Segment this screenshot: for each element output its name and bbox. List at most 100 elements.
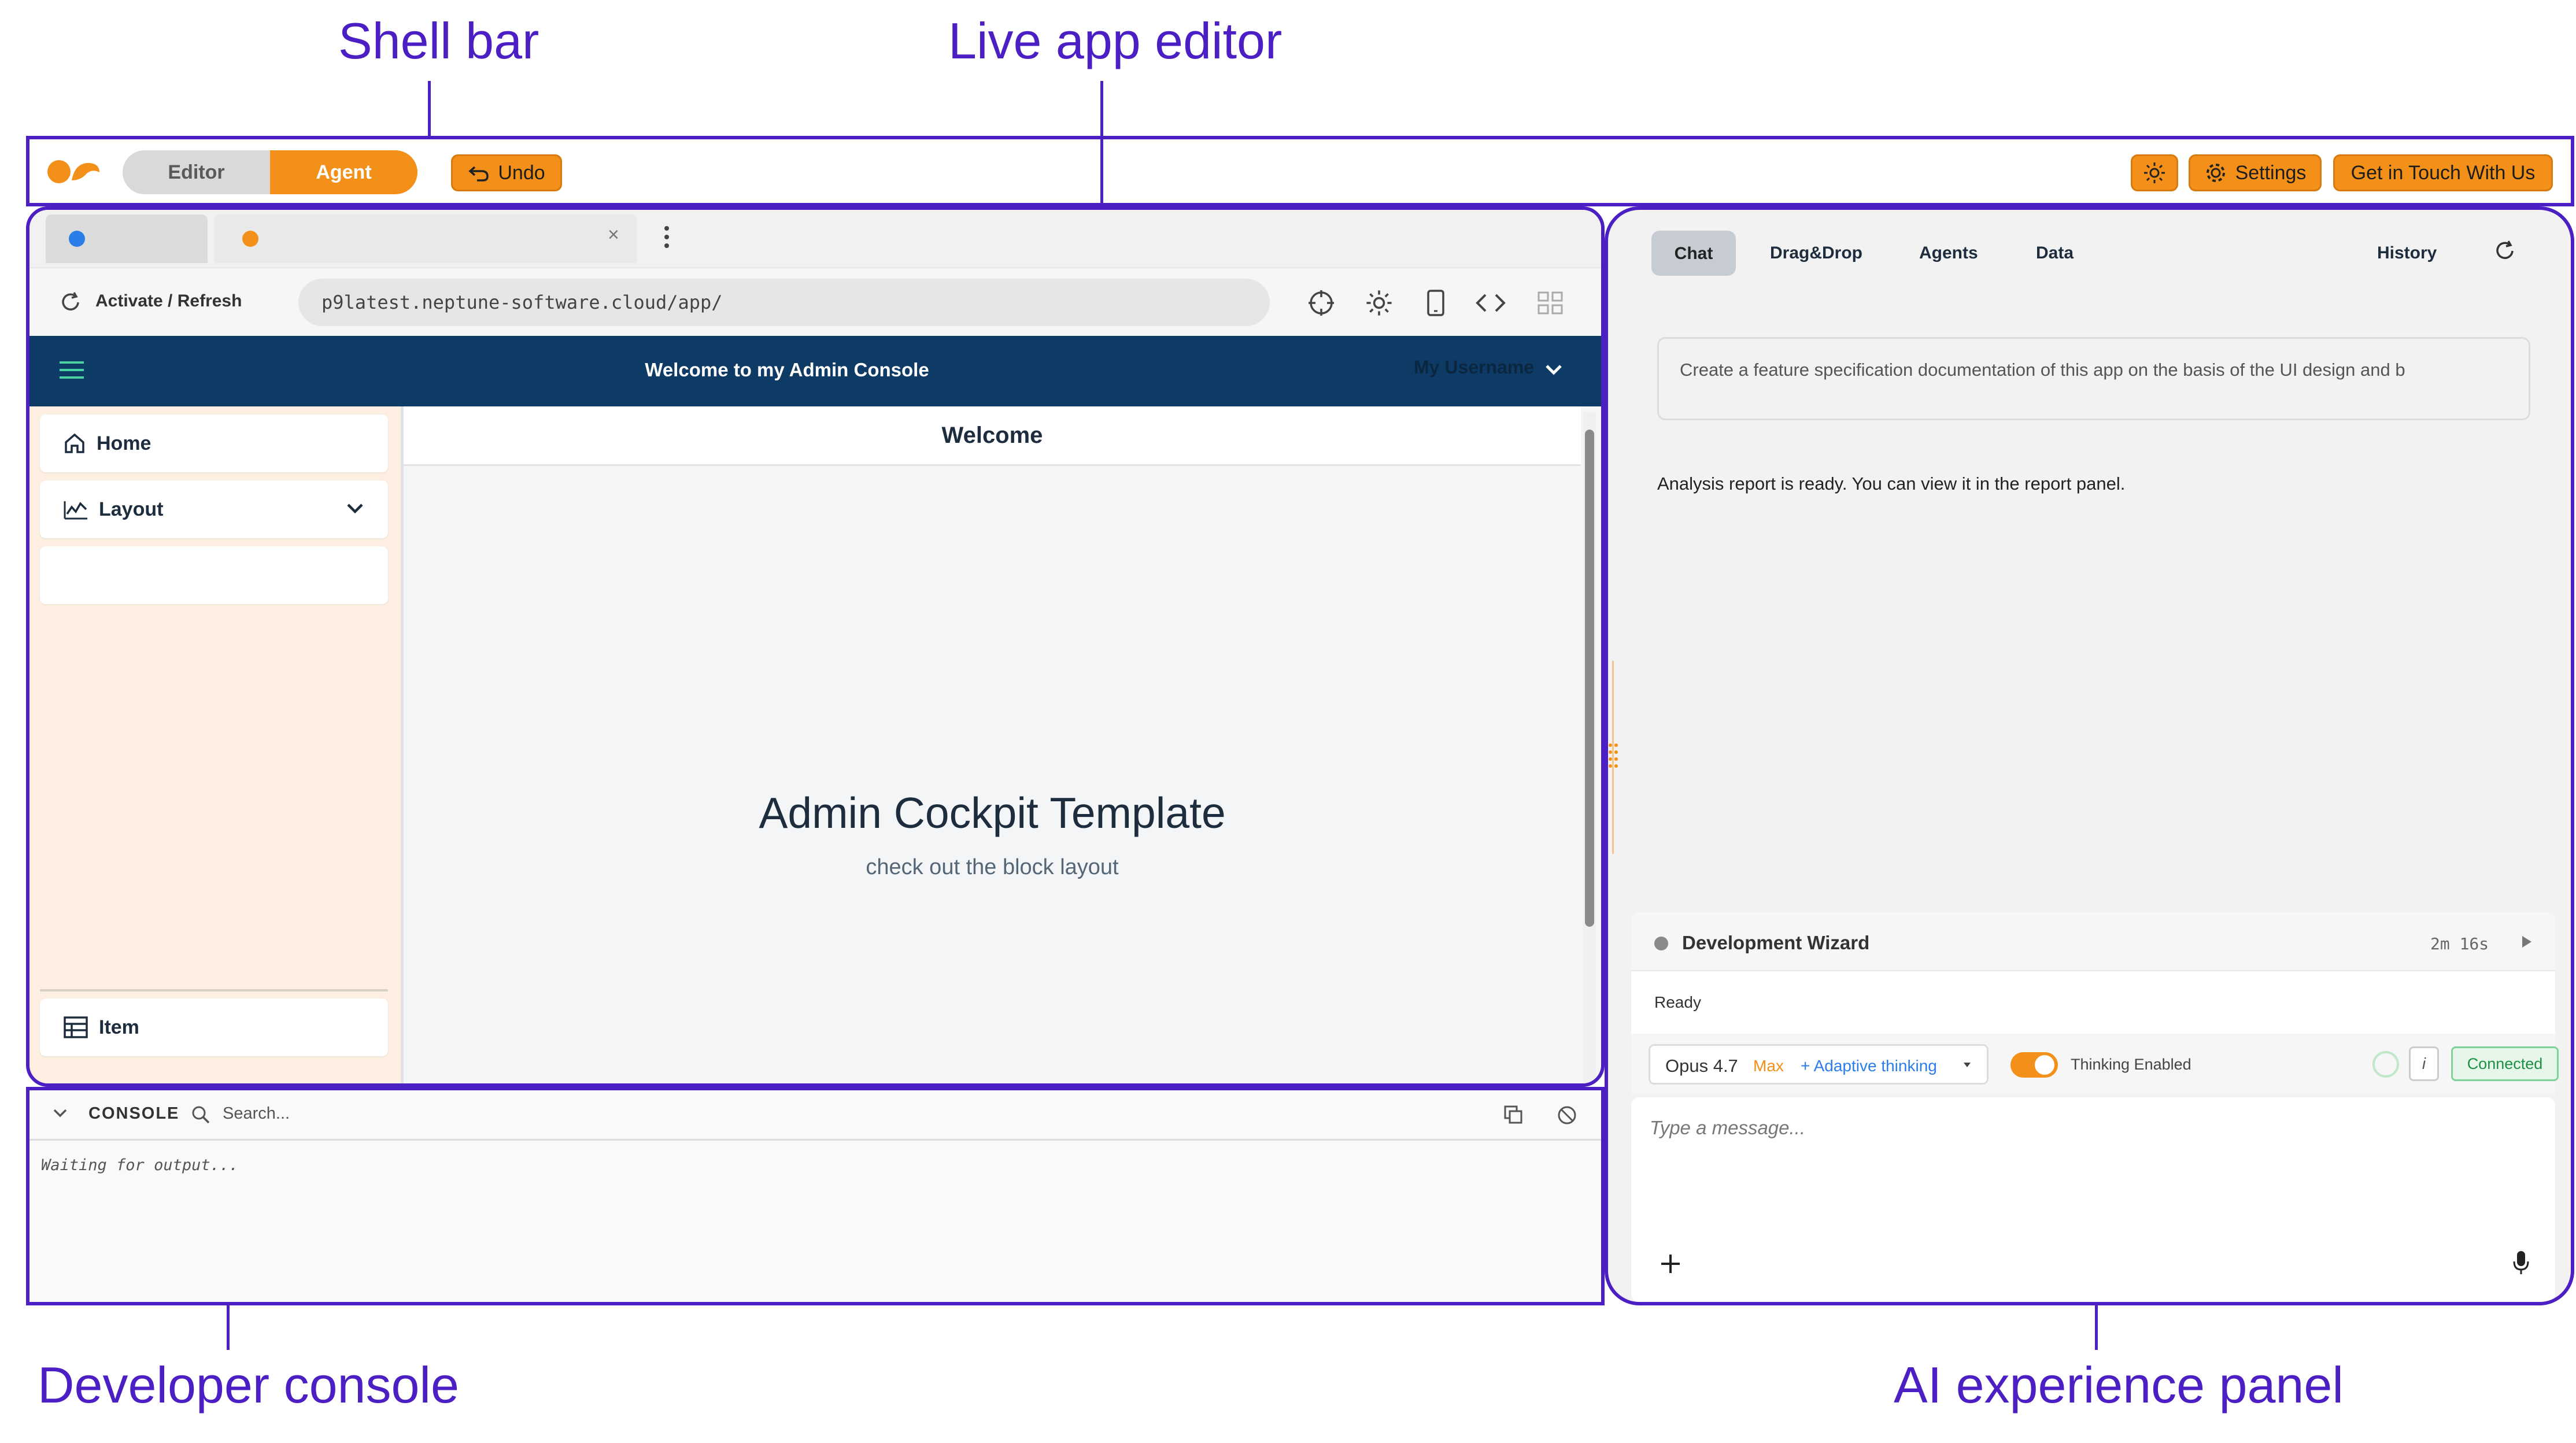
refresh-icon[interactable] (58, 290, 83, 317)
sidebar-item-label: Home (97, 432, 151, 454)
assistant-response: Analysis report is ready. You can view i… (1657, 473, 2126, 494)
ai-experience-panel: Chat Drag&Drop Agents Data History Creat… (1605, 206, 2574, 1305)
callout-ai-panel: AI experience panel (1894, 1356, 2344, 1414)
collapse-chevron-icon[interactable] (51, 1107, 69, 1123)
sidebar-divider (40, 989, 388, 991)
contact-button[interactable]: Get in Touch With Us (2333, 154, 2553, 191)
copy-icon[interactable] (1503, 1104, 1524, 1128)
scrollbar-thumb[interactable] (1585, 430, 1594, 927)
neptune-logo-icon (46, 157, 102, 189)
info-button[interactable]: i (2409, 1046, 2439, 1081)
wizard-title: Development Wizard (1682, 932, 1870, 953)
sidebar-item-item[interactable]: Item (40, 998, 388, 1056)
settings-label: Settings (2235, 161, 2307, 184)
callout-shell-bar: Shell bar (338, 12, 539, 69)
wizard-status-dot-icon (1654, 937, 1668, 950)
model-tier: Max (1753, 1057, 1784, 1075)
url-text: p9latest.neptune-software.cloud/app/ (321, 291, 723, 313)
dropdown-caret-icon (1963, 1061, 1972, 1071)
preview-theme-sun-icon[interactable] (1365, 289, 1393, 320)
microphone-icon[interactable] (2512, 1250, 2530, 1279)
sidebar-item-empty[interactable] (40, 546, 388, 604)
page-title: Welcome (404, 406, 1581, 466)
tab-label: Chat (1674, 244, 1713, 263)
callout-line-ai (2095, 1304, 2098, 1350)
sun-icon (2143, 161, 2166, 184)
inspect-crosshair-icon[interactable] (1307, 289, 1335, 320)
adaptive-thinking-label: + Adaptive thinking (1801, 1057, 1937, 1075)
browser-tab-1[interactable] (46, 214, 208, 263)
tab-agents[interactable]: Agents (1919, 243, 1978, 263)
url-field[interactable]: p9latest.neptune-software.cloud/app/ (298, 279, 1270, 326)
refresh-label[interactable]: Activate / Refresh (95, 291, 242, 311)
thinking-toggle[interactable] (2010, 1052, 2058, 1078)
callout-line-shell (428, 81, 431, 137)
app-header-title: Welcome to my Admin Console (645, 359, 929, 380)
message-composer: Type a message... (1631, 1097, 2555, 1302)
username-label[interactable]: My Username (1414, 357, 1534, 378)
tab-dot-blue-icon (69, 231, 85, 247)
model-name: Opus 4.7 (1665, 1056, 1738, 1076)
tab-dot-orange-icon (242, 231, 258, 247)
tab-close-icon[interactable]: × (608, 224, 619, 246)
user-prompt-bubble: Create a feature specification documenta… (1657, 337, 2530, 420)
tab-chat[interactable]: Chat (1651, 231, 1736, 276)
undo-button[interactable]: Undo (451, 154, 562, 191)
panel-resize-handle[interactable] (1607, 661, 1620, 854)
console-search-input[interactable]: Search... (223, 1104, 290, 1123)
app-scrollbar[interactable] (1583, 412, 1596, 1083)
wizard-timer: 2m 16s (2430, 934, 2489, 953)
connection-status-badge: Connected (2451, 1046, 2559, 1081)
app-header: Welcome to my Admin Console My Username (29, 336, 1601, 406)
mode-editor-button[interactable]: Editor (123, 150, 270, 194)
settings-button[interactable]: Settings (2189, 154, 2322, 191)
reload-icon[interactable] (2493, 239, 2517, 266)
context-ring-icon (2372, 1051, 2399, 1078)
mode-switch: Editor Agent (123, 150, 417, 194)
model-select[interactable]: Opus 4.7 Max + Adaptive thinking (1649, 1044, 1989, 1085)
live-app-editor: × Activate / Refresh p9latest.neptune-so… (26, 206, 1605, 1087)
wizard-header[interactable]: Development Wizard 2m 16s (1631, 912, 2555, 971)
wizard-model-row: Opus 4.7 Max + Adaptive thinking Thinkin… (1631, 1034, 2559, 1094)
callout-line-console (227, 1304, 230, 1350)
sidebar-item-label: Layout (99, 498, 164, 520)
developer-console: CONSOLE Search... Waiting for output... (26, 1087, 1605, 1305)
theme-toggle-button[interactable] (2131, 154, 2178, 191)
sidebar-item-label: Item (99, 1016, 139, 1038)
browser-tab-strip: × (29, 210, 1601, 268)
code-view-icon[interactable] (1475, 290, 1506, 319)
message-input[interactable]: Type a message... (1650, 1117, 1805, 1139)
tab-more-icon[interactable] (663, 223, 671, 254)
tab-data[interactable]: Data (2036, 243, 2074, 263)
grid-layout-icon[interactable] (1538, 291, 1563, 317)
sidebar-item-home[interactable]: Home (40, 415, 388, 472)
browser-tab-2[interactable]: × (215, 214, 637, 263)
sidebar-item-layout[interactable]: Layout (40, 480, 388, 538)
console-label: CONSOLE (88, 1104, 180, 1123)
history-button[interactable]: History (2377, 243, 2437, 263)
callout-live-app-editor: Live app editor (948, 12, 1283, 69)
toggle-knob (2035, 1055, 2054, 1075)
user-prompt-text: Create a feature specification documenta… (1680, 360, 2405, 380)
chart-line-icon (63, 498, 88, 521)
mode-agent-button[interactable]: Agent (270, 150, 417, 194)
gear-icon (2204, 161, 2227, 184)
app-main: Welcome Admin Cockpit Template check out… (404, 406, 1601, 1083)
search-icon (190, 1104, 211, 1128)
undo-icon (468, 164, 490, 182)
chevron-down-icon[interactable] (1543, 361, 1564, 382)
device-phone-icon[interactable] (1424, 289, 1447, 320)
hero-subtitle: check out the block layout (866, 855, 1119, 879)
console-output: Waiting for output... (41, 1156, 239, 1174)
chevron-down-icon[interactable] (345, 500, 365, 516)
tab-drag-drop[interactable]: Drag&Drop (1770, 243, 1862, 263)
home-icon (63, 432, 86, 455)
clear-console-icon[interactable] (1556, 1104, 1578, 1129)
development-wizard-card: Development Wizard 2m 16s Ready Opus 4.7… (1631, 912, 2559, 1094)
add-attachment-icon[interactable] (1659, 1252, 1682, 1278)
undo-label: Undo (498, 161, 545, 184)
address-bar-row: Activate / Refresh p9latest.neptune-soft… (29, 268, 1601, 336)
play-icon[interactable] (2520, 934, 2533, 952)
app-sidebar: Home Layout Item (29, 406, 404, 1083)
hero-title: Admin Cockpit Template (759, 789, 1226, 837)
